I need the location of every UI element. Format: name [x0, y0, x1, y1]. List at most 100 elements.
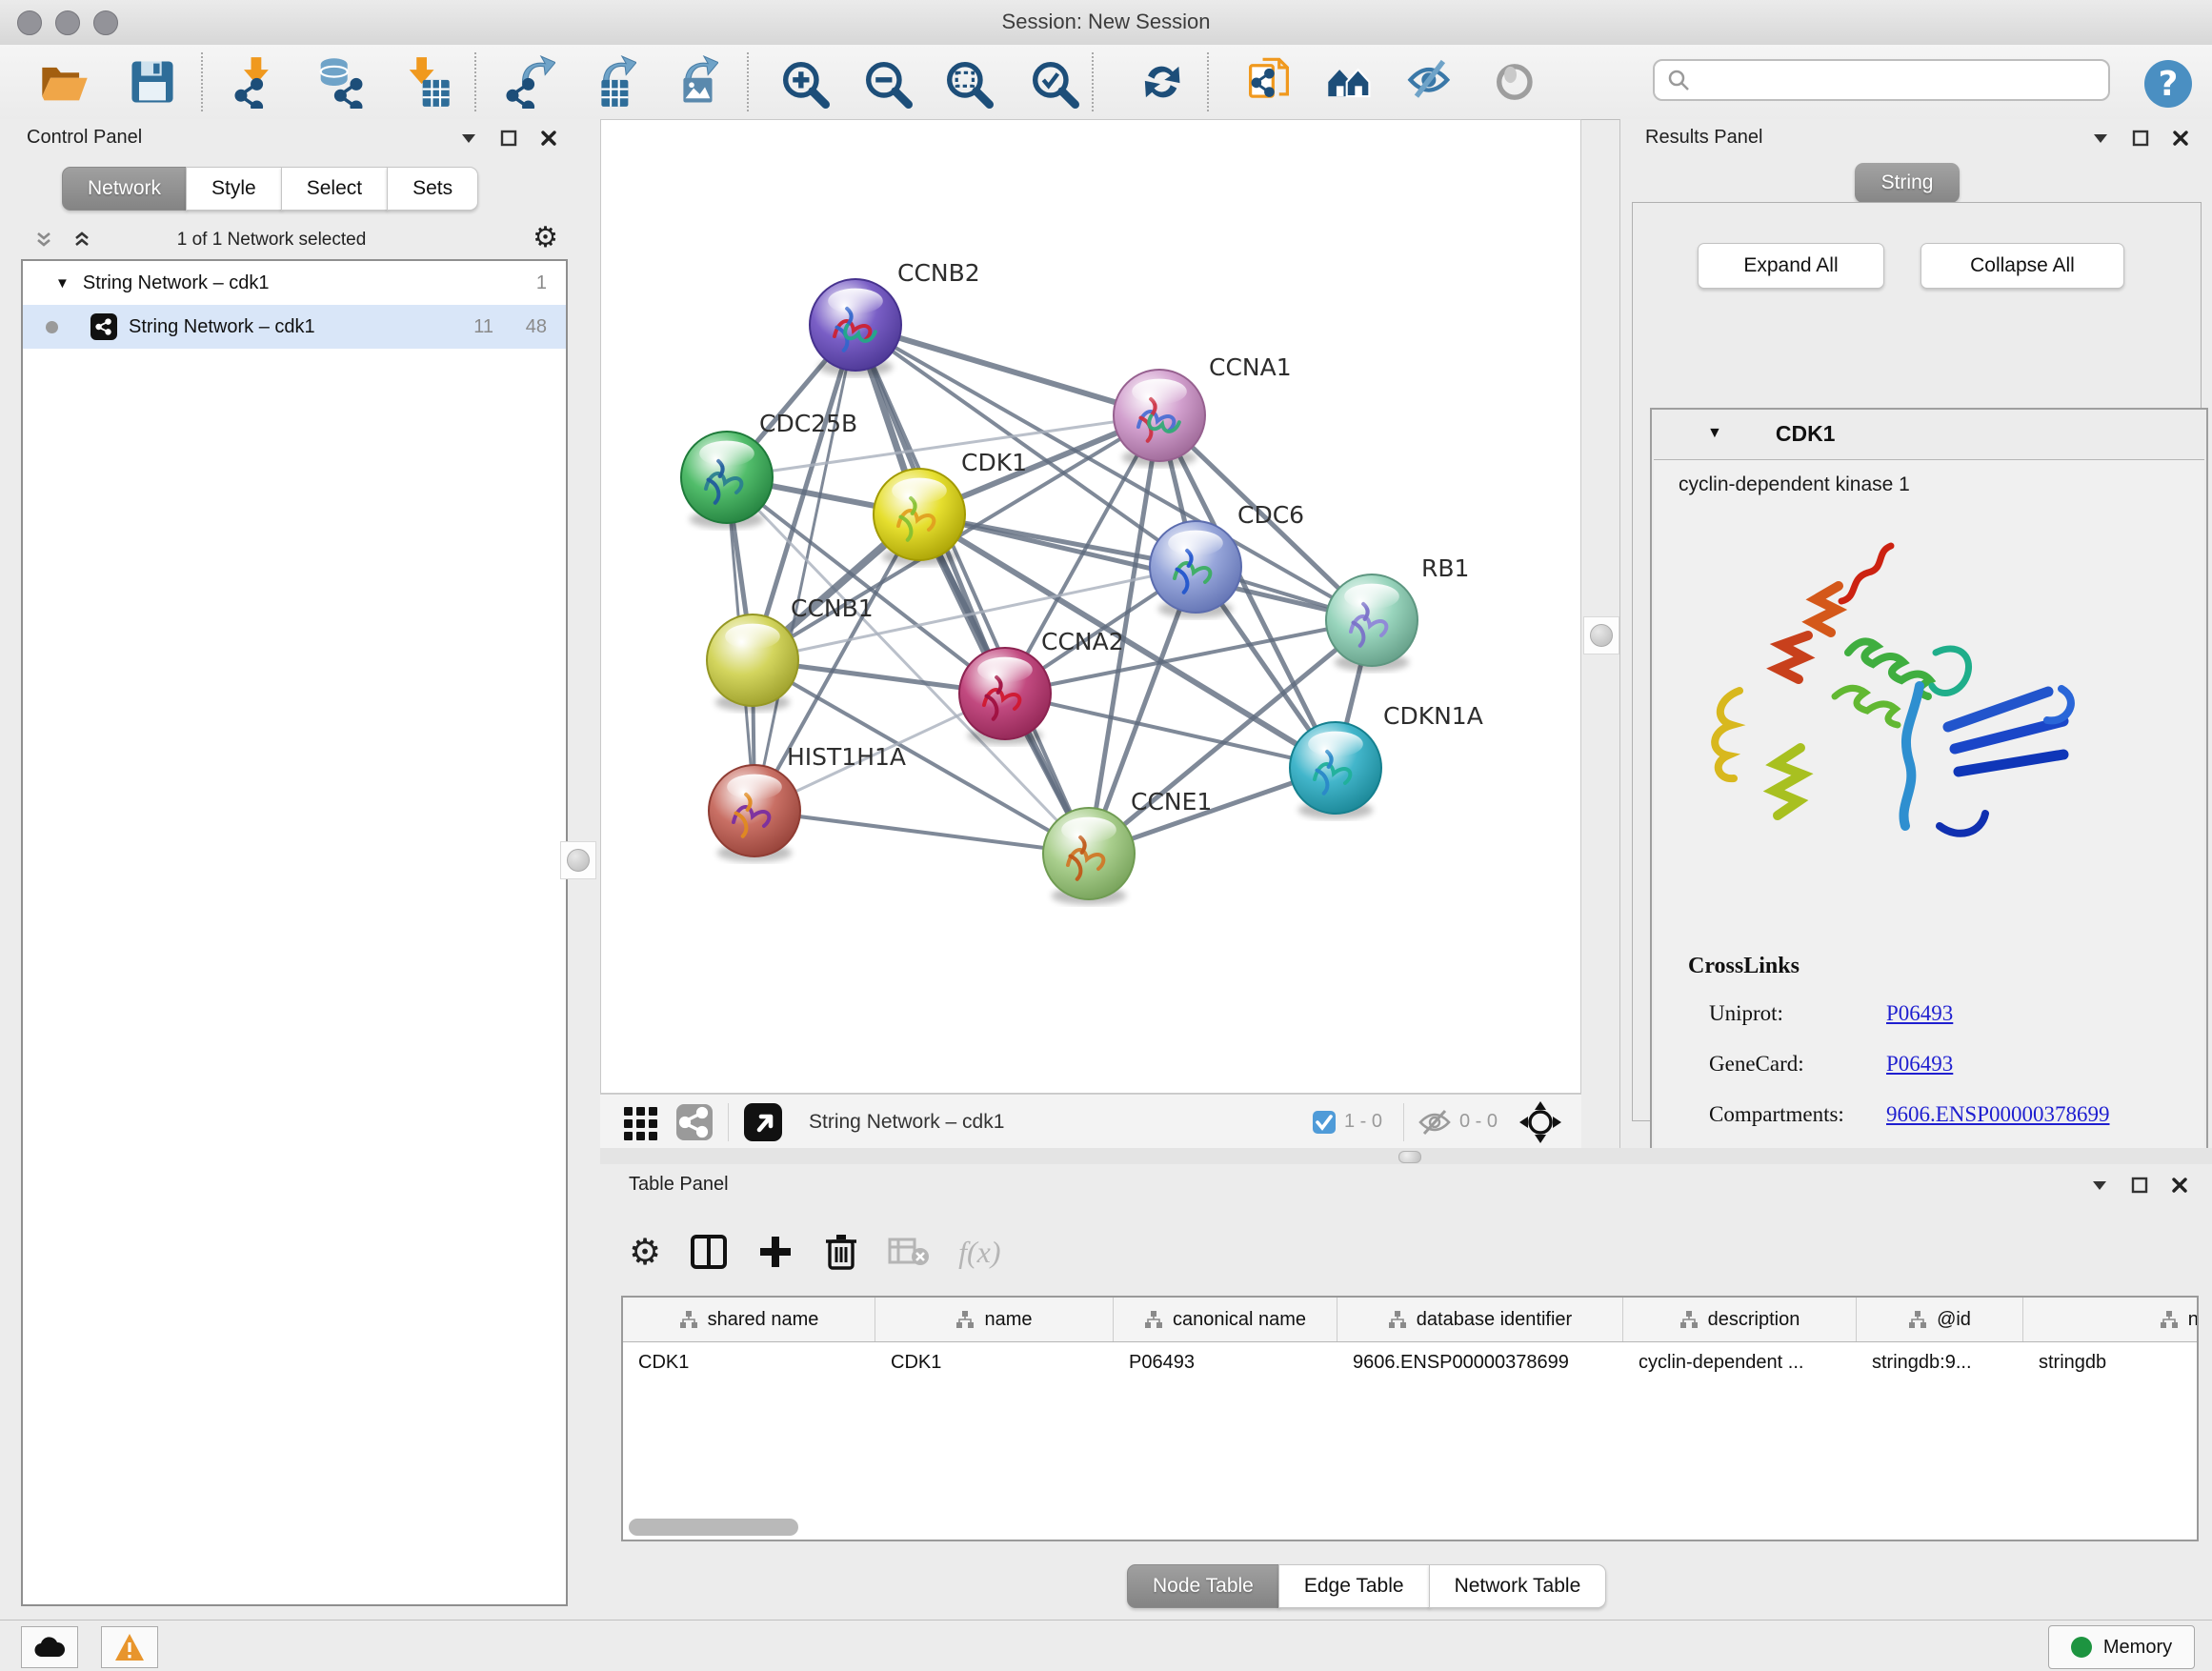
- panel-menu-icon[interactable]: [2090, 1176, 2109, 1195]
- table-row[interactable]: CDK1CDK1P064939606.ENSP00000378699cyclin…: [623, 1342, 2197, 1382]
- column-header--id[interactable]: @id: [1857, 1298, 2023, 1341]
- delete-column-icon[interactable]: [823, 1232, 859, 1272]
- network-edge-count: 48: [526, 316, 547, 338]
- right-splitter-handle[interactable]: [1583, 616, 1619, 654]
- node-RB1[interactable]: RB1: [1326, 554, 1469, 672]
- import-table-icon[interactable]: [400, 55, 453, 109]
- network-type-icon: [90, 313, 117, 340]
- node-HIST1H1A[interactable]: HIST1H1A: [709, 743, 906, 862]
- open-session-icon[interactable]: [38, 55, 91, 109]
- crosslink-link[interactable]: P06493: [1886, 1001, 1953, 1026]
- detach-view-icon[interactable]: [742, 1101, 784, 1143]
- zoom-fit-icon[interactable]: [940, 55, 994, 109]
- table-cell: CDK1: [623, 1342, 875, 1382]
- tab-sets[interactable]: Sets: [387, 167, 478, 211]
- warnings-button[interactable]: [101, 1626, 158, 1668]
- network-options-gear-icon[interactable]: ⚙: [533, 224, 558, 252]
- float-panel-icon[interactable]: [499, 129, 518, 148]
- collection-expander-icon[interactable]: ▼: [55, 275, 70, 292]
- first-neighbors-icon[interactable]: [1324, 55, 1377, 109]
- tab-edge-table[interactable]: Edge Table: [1278, 1564, 1430, 1608]
- column-header-description[interactable]: description: [1623, 1298, 1857, 1341]
- network-share-view-icon[interactable]: [674, 1102, 714, 1142]
- network-selection-status: 1 of 1 Network selected: [0, 230, 543, 251]
- node-CCNA1[interactable]: CCNA1: [1114, 353, 1292, 467]
- save-session-icon[interactable]: [126, 55, 179, 109]
- crosslink-link[interactable]: P06493: [1886, 1052, 1953, 1077]
- panel-menu-icon[interactable]: [2091, 129, 2110, 148]
- close-panel-icon[interactable]: [539, 129, 558, 148]
- float-panel-icon[interactable]: [2131, 129, 2150, 148]
- edge-CCNB2-CCNE1[interactable]: [855, 325, 1089, 854]
- show-hide-graphics-icon[interactable]: [1404, 55, 1458, 109]
- delete-table-icon-disabled: [888, 1236, 930, 1268]
- toggle-details-icon: [1490, 55, 1543, 109]
- search-field[interactable]: [1653, 59, 2110, 101]
- table-cell: stringdb:9...: [1857, 1342, 2023, 1382]
- tab-style[interactable]: Style: [186, 167, 282, 211]
- close-panel-icon[interactable]: [2170, 1176, 2189, 1195]
- column-header-namespace[interactable]: namespace: [2023, 1298, 2199, 1341]
- search-input[interactable]: [1691, 69, 2095, 92]
- table-options-gear-icon[interactable]: ⚙: [629, 1234, 661, 1270]
- zoom-out-icon[interactable]: [859, 55, 913, 109]
- hidden-eye-slash-icon[interactable]: [1418, 1108, 1452, 1137]
- table-cell: stringdb: [2023, 1342, 2199, 1382]
- import-network-icon[interactable]: [231, 55, 284, 109]
- edge-CCNB2-CCNA1[interactable]: [855, 325, 1159, 415]
- network-row-selected[interactable]: String Network – cdk1 11 48: [23, 305, 566, 349]
- table-cell: 9606.ENSP00000378699: [1337, 1342, 1623, 1382]
- edge-HIST1H1A-CCNE1[interactable]: [754, 811, 1089, 854]
- show-column-panel-icon[interactable]: [690, 1233, 728, 1271]
- collapse-all-button[interactable]: Collapse All: [1920, 243, 2124, 289]
- column-header-canonical-name[interactable]: canonical name: [1114, 1298, 1337, 1341]
- export-table-icon[interactable]: [583, 55, 636, 109]
- tab-select[interactable]: Select: [281, 167, 388, 211]
- edge-CDKN1A-CCNA2[interactable]: [1005, 694, 1336, 768]
- import-database-icon[interactable]: [312, 55, 365, 109]
- section-expander-icon[interactable]: ▼: [1707, 425, 1722, 442]
- refresh-network-icon[interactable]: [1134, 55, 1187, 109]
- cloud-status-button[interactable]: [21, 1626, 78, 1668]
- node-CCNB2[interactable]: CCNB2: [810, 259, 980, 376]
- close-panel-icon[interactable]: [2171, 129, 2190, 148]
- tab-network[interactable]: Network: [62, 167, 187, 211]
- main-toolbar: ?: [0, 45, 2212, 120]
- network-canvas[interactable]: CCNB2 CCNA1 CDC25B CDK1 CDC6 RB1 CCNB1 C…: [600, 119, 1581, 1094]
- node-CDKN1A[interactable]: CDKN1A: [1290, 702, 1483, 819]
- horizontal-splitter[interactable]: [600, 1148, 2212, 1164]
- node-CCNB1[interactable]: CCNB1: [707, 594, 874, 712]
- new-network-from-selection-icon[interactable]: [1242, 55, 1296, 109]
- node-label-HIST1H1A: HIST1H1A: [787, 743, 906, 771]
- zoom-selected-icon[interactable]: [1026, 55, 1079, 109]
- export-image-icon[interactable]: [665, 55, 718, 109]
- network-collection-row[interactable]: ▼ String Network – cdk1 1: [23, 261, 566, 305]
- selected-checkbox-icon[interactable]: [1312, 1110, 1337, 1135]
- column-header-database-identifier[interactable]: database identifier: [1337, 1298, 1623, 1341]
- birdseye-navigator-icon[interactable]: [1518, 1100, 1562, 1144]
- string-results-container: Expand All Collapse All ▼ CDK1 cyclin-de…: [1632, 202, 2202, 1121]
- table-type-tabs: Node TableEdge TableNetwork Table: [1128, 1564, 1606, 1608]
- tab-network-table[interactable]: Network Table: [1429, 1564, 1607, 1608]
- table-cell: P06493: [1114, 1342, 1337, 1382]
- column-header-name[interactable]: name: [875, 1298, 1114, 1341]
- panel-menu-icon[interactable]: [459, 129, 478, 148]
- zoom-in-icon[interactable]: [776, 55, 830, 109]
- memory-button[interactable]: Memory: [2048, 1625, 2195, 1669]
- column-header-shared-name[interactable]: shared name: [623, 1298, 875, 1341]
- help-icon[interactable]: ?: [2142, 57, 2195, 111]
- node-section-header[interactable]: ▼ CDK1: [1652, 410, 2206, 457]
- float-panel-icon[interactable]: [2130, 1176, 2149, 1195]
- network-status-dot-icon: [46, 321, 58, 333]
- tab-string[interactable]: String: [1855, 163, 1960, 203]
- expand-all-button[interactable]: Expand All: [1698, 243, 1884, 289]
- grid-view-icon[interactable]: [621, 1102, 661, 1142]
- export-network-icon[interactable]: [502, 55, 555, 109]
- crosslink-link[interactable]: 9606.ENSP00000378699: [1886, 1102, 2110, 1127]
- add-column-icon[interactable]: [756, 1233, 794, 1271]
- cloud-icon: [33, 1636, 66, 1659]
- network-list: ▼ String Network – cdk1 1 String Network…: [21, 259, 568, 1606]
- left-splitter-handle[interactable]: [560, 841, 596, 879]
- table-horizontal-scrollbar[interactable]: [629, 1519, 798, 1536]
- tab-node-table[interactable]: Node Table: [1127, 1564, 1279, 1608]
